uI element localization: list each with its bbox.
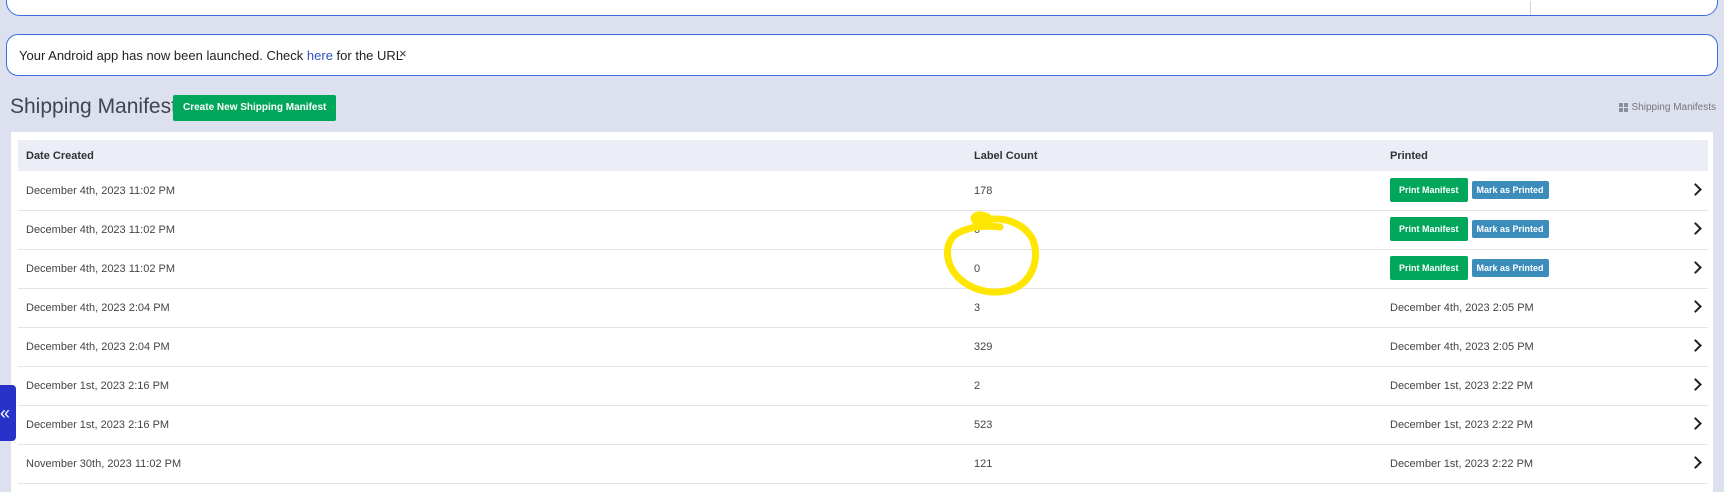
close-icon[interactable]: × bbox=[399, 46, 407, 61]
row-label-count: 178 bbox=[974, 185, 993, 197]
row-label-count: 2 bbox=[974, 380, 981, 392]
double-chevron-left-icon: « bbox=[0, 403, 11, 423]
print-manifest-button[interactable]: Print Manifest bbox=[1390, 256, 1468, 280]
alert-text-suffix: for the URL bbox=[332, 48, 404, 63]
grid-icon bbox=[1618, 103, 1628, 112]
alert-text-prefix: Your Android app has now been launched. … bbox=[19, 48, 307, 63]
table-row[interactable]: December 4th, 2023 2:04 PM 3 December 4th,… bbox=[18, 288, 1708, 328]
chevron-right-icon[interactable] bbox=[1689, 378, 1702, 391]
chevron-right-icon[interactable] bbox=[1689, 456, 1702, 469]
row-label-count: 3 bbox=[974, 302, 981, 314]
page-title: Shipping Manifests bbox=[10, 95, 188, 118]
table-header: Date Created Label Count Printed bbox=[18, 140, 1708, 171]
mark-as-printed-button[interactable]: Mark as Printed bbox=[1471, 259, 1549, 277]
row-printed-date: December 4th, 2023 2:05 PM bbox=[1390, 341, 1534, 353]
row-label-count: 0 bbox=[974, 263, 981, 275]
breadcrumb-label[interactable]: Shipping Manifests bbox=[1632, 102, 1717, 113]
top-card-divider bbox=[1530, 1, 1531, 15]
row-actions: Print Manifest Mark as Printed bbox=[1390, 178, 1549, 202]
chevron-right-icon[interactable] bbox=[1689, 222, 1702, 235]
row-date-created: December 1st, 2023 2:16 PM bbox=[26, 419, 170, 431]
top-card bbox=[6, 0, 1718, 16]
chevron-right-icon[interactable] bbox=[1689, 183, 1702, 196]
row-date-created: December 4th, 2023 11:02 PM bbox=[26, 224, 175, 236]
chevron-right-icon[interactable] bbox=[1689, 300, 1702, 313]
row-actions: Print Manifest Mark as Printed bbox=[1390, 217, 1549, 241]
sidebar-toggle-button[interactable]: « bbox=[0, 385, 16, 441]
chevron-right-icon[interactable] bbox=[1689, 417, 1702, 430]
alert-link[interactable]: here bbox=[307, 48, 333, 63]
table-row[interactable]: December 4th, 2023 2:04 PM 329 December 4t… bbox=[18, 327, 1708, 367]
row-date-created: December 1st, 2023 2:16 PM bbox=[26, 380, 170, 392]
row-label-count: 523 bbox=[974, 419, 993, 431]
row-date-created: December 4th, 2023 11:02 PM bbox=[26, 185, 175, 197]
alert-message: Your Android app has now been launched. … bbox=[19, 48, 403, 63]
print-manifest-button[interactable]: Print Manifest bbox=[1390, 217, 1468, 241]
table-row[interactable]: December 4th, 2023 11:02 PM 0 Print Manife… bbox=[18, 210, 1708, 250]
row-printed-date: December 1st, 2023 2:22 PM bbox=[1390, 380, 1534, 392]
table-row[interactable]: November 30th, 2023 11:02 PM 121 December … bbox=[18, 444, 1708, 484]
header-date-created: Date Created bbox=[26, 150, 94, 162]
chevron-right-icon[interactable] bbox=[1689, 261, 1702, 274]
row-date-created: December 4th, 2023 11:02 PM bbox=[26, 263, 175, 275]
create-manifest-button[interactable]: Create New Shipping Manifest bbox=[173, 95, 337, 121]
breadcrumb: Shipping Manifests bbox=[1618, 102, 1717, 113]
row-date-created: December 4th, 2023 2:04 PM bbox=[26, 302, 170, 314]
mark-as-printed-button[interactable]: Mark as Printed bbox=[1471, 181, 1549, 199]
row-actions: Print Manifest Mark as Printed bbox=[1390, 256, 1549, 280]
row-printed-date: December 1st, 2023 2:22 PM bbox=[1390, 419, 1534, 431]
row-printed-date: December 4th, 2023 2:05 PM bbox=[1390, 302, 1534, 314]
launch-alert: Your Android app has now been launched. … bbox=[6, 34, 1718, 76]
chevron-right-icon[interactable] bbox=[1689, 339, 1702, 352]
row-label-count: 0 bbox=[974, 224, 981, 236]
table-row[interactable]: December 1st, 2023 2:16 PM 2 December 1st,… bbox=[18, 366, 1708, 406]
row-label-count: 121 bbox=[974, 458, 993, 470]
row-printed-date: December 1st, 2023 2:22 PM bbox=[1390, 458, 1534, 470]
header-printed: Printed bbox=[1390, 150, 1428, 162]
manifests-panel: Date Created Label Count Printed Decembe… bbox=[11, 132, 1713, 492]
table-row[interactable]: December 1st, 2023 2:16 PM 523 December 1s… bbox=[18, 405, 1708, 445]
header-label-count: Label Count bbox=[974, 150, 1038, 162]
table-row[interactable]: December 4th, 2023 11:02 PM 0 Print Manife… bbox=[18, 249, 1708, 289]
table-row[interactable]: December 4th, 2023 11:02 PM 178 Print Mani… bbox=[18, 171, 1708, 211]
row-label-count: 329 bbox=[974, 341, 993, 353]
row-date-created: December 4th, 2023 2:04 PM bbox=[26, 341, 170, 353]
row-date-created: November 30th, 2023 11:02 PM bbox=[26, 458, 182, 470]
print-manifest-button[interactable]: Print Manifest bbox=[1390, 178, 1468, 202]
mark-as-printed-button[interactable]: Mark as Printed bbox=[1471, 220, 1549, 238]
